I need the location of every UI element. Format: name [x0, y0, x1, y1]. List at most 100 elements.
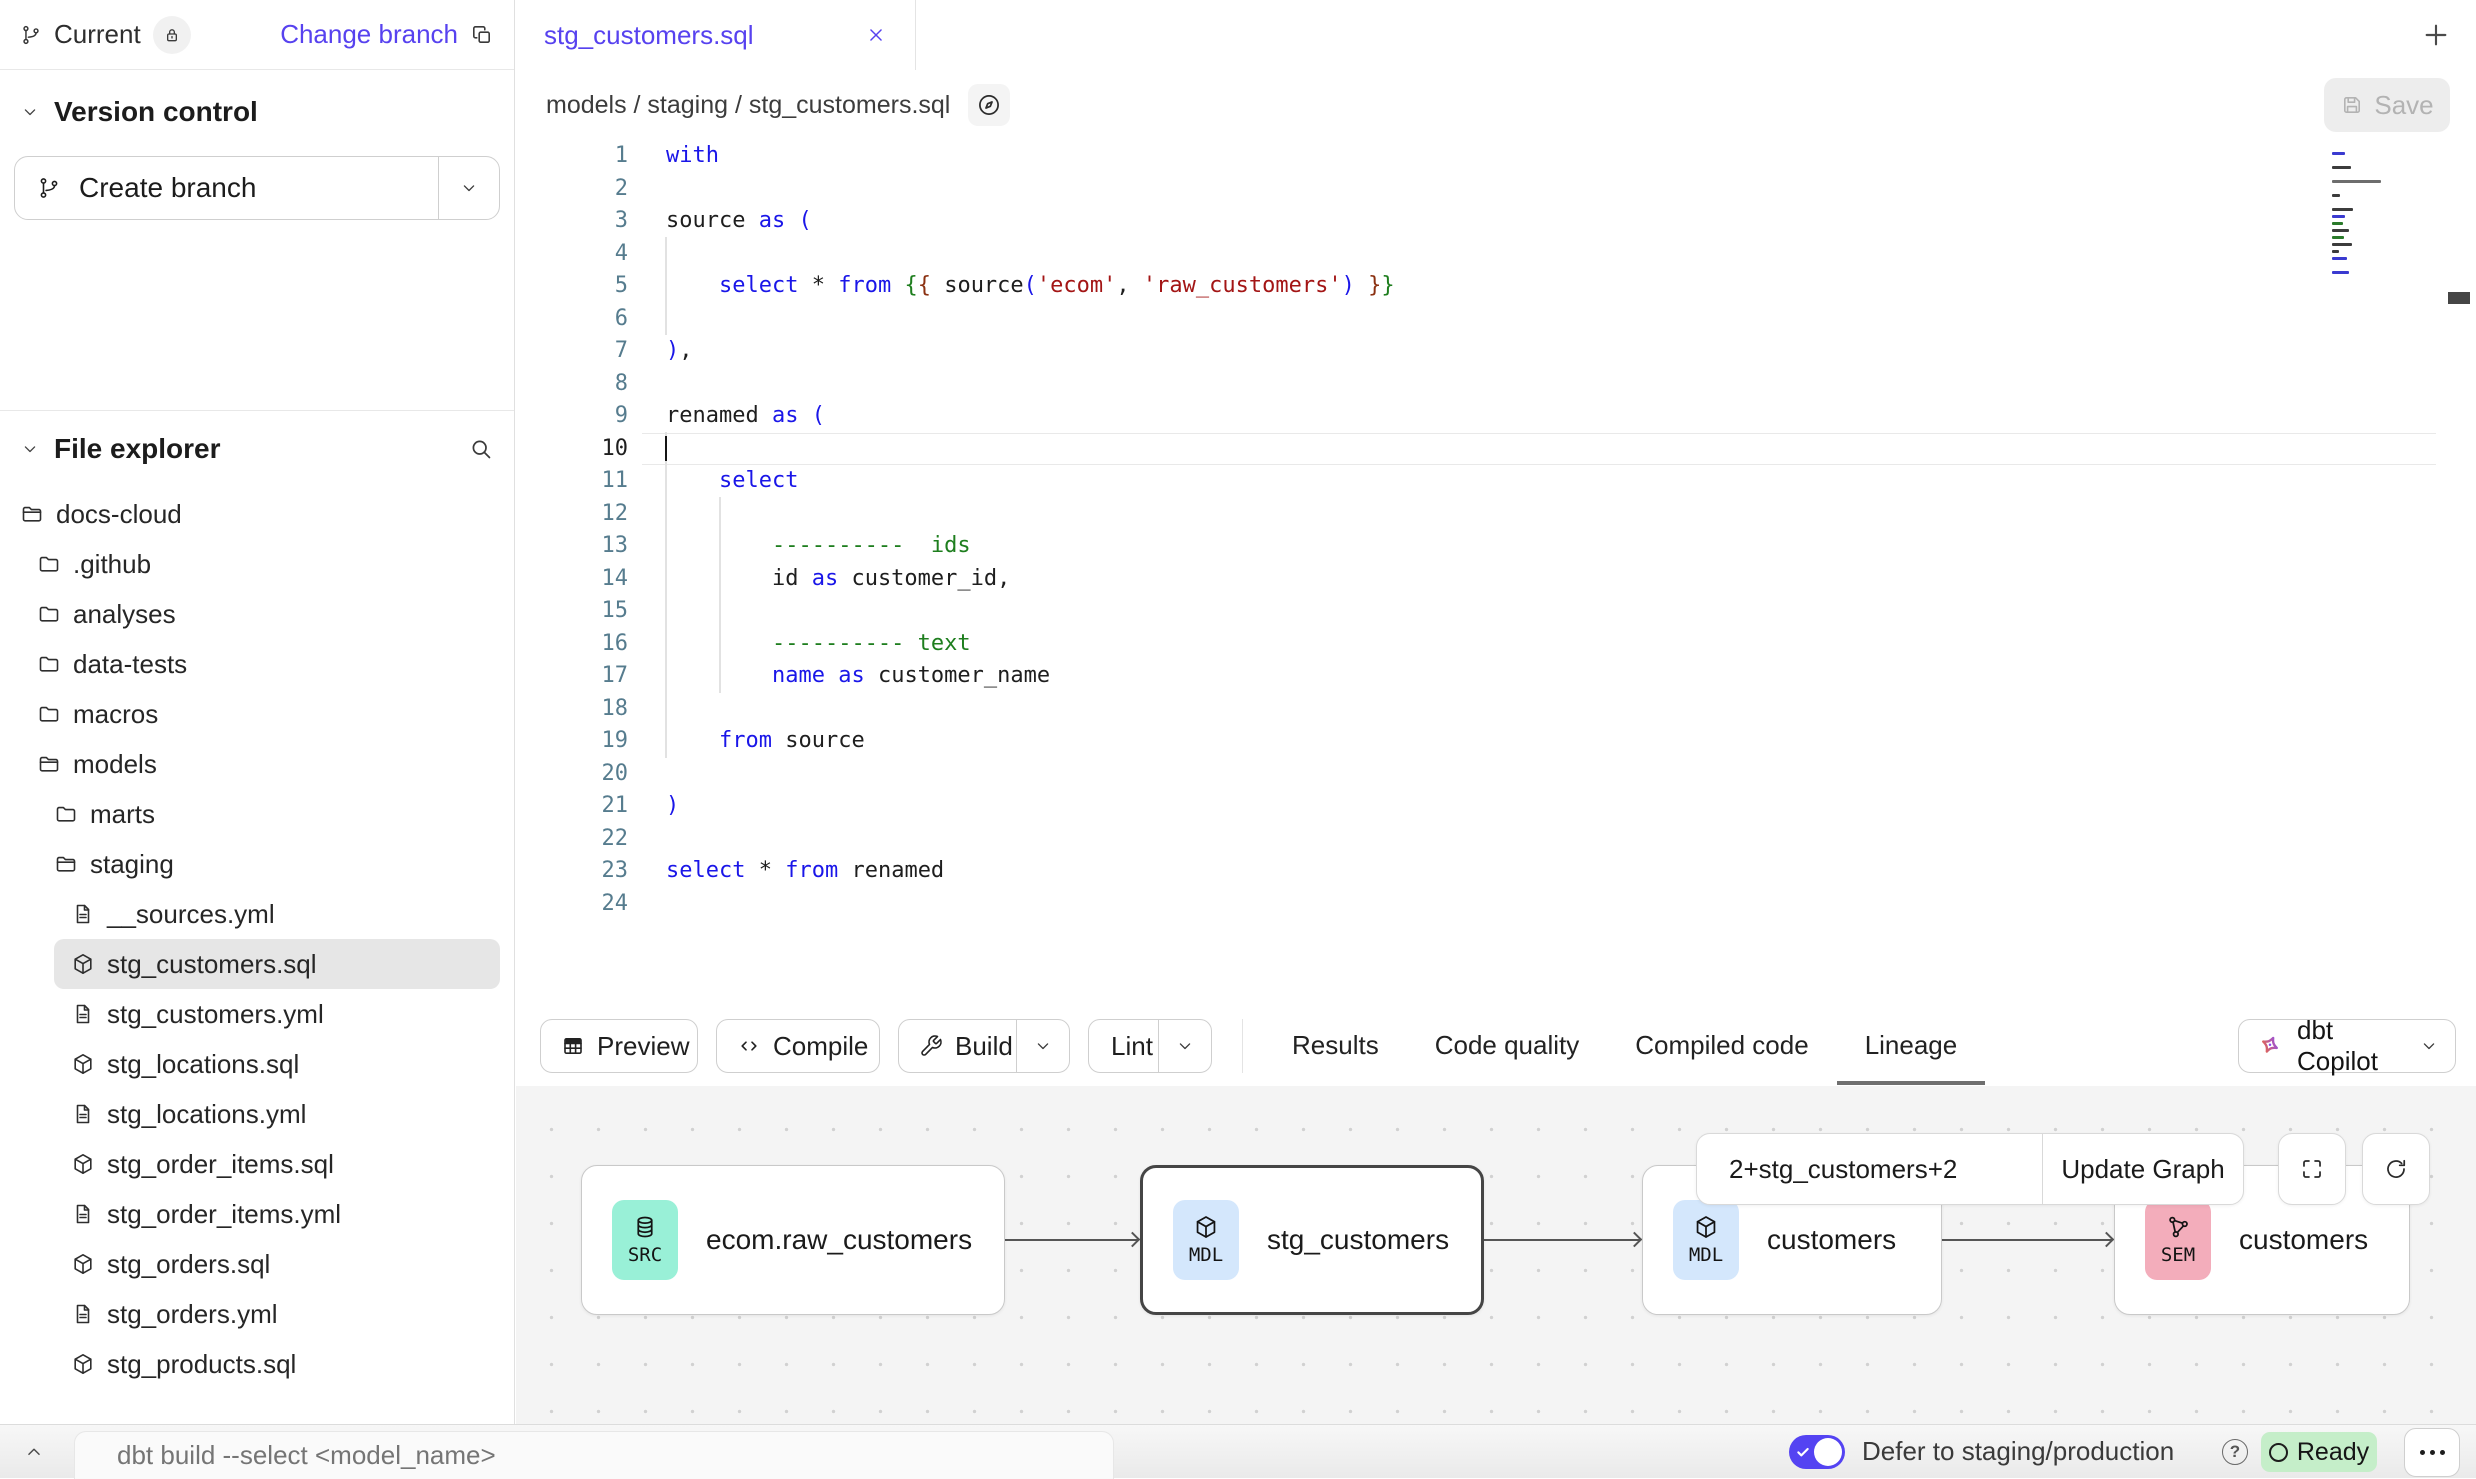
minimap[interactable]: [2332, 148, 2424, 278]
dbt-copilot-button[interactable]: dbt Copilot: [2238, 1019, 2456, 1073]
folder-icon: [37, 702, 61, 726]
model-cube-icon: [71, 952, 95, 976]
bottom-toolbar: Preview Compile Build Lint Results Code …: [516, 1006, 2476, 1087]
file-item-docs-cloud[interactable]: docs-cloud: [0, 489, 514, 539]
new-tab-button[interactable]: [2420, 19, 2452, 51]
fullscreen-button[interactable]: [2278, 1133, 2346, 1205]
file-item-__sources.yml[interactable]: __sources.yml: [0, 889, 514, 939]
file-item-data-tests[interactable]: data-tests: [0, 639, 514, 689]
code-line-18: 18: [516, 693, 2476, 726]
tab-code-quality[interactable]: Code quality: [1407, 1006, 1608, 1085]
document-icon: [71, 902, 95, 926]
create-branch-button[interactable]: Create branch: [14, 156, 500, 220]
file-item-marts[interactable]: marts: [0, 789, 514, 839]
build-dropdown[interactable]: [1016, 1020, 1069, 1072]
file-item-macros[interactable]: macros: [0, 689, 514, 739]
line-content: select * from renamed: [666, 855, 944, 888]
chevron-down-icon: [2419, 1036, 2439, 1056]
close-icon[interactable]: [865, 24, 887, 46]
file-item-stg_customers.yml[interactable]: stg_customers.yml: [0, 989, 514, 1039]
lineage-edge: [1484, 1239, 1640, 1241]
build-button[interactable]: Build: [898, 1019, 1070, 1073]
node-label: stg_customers: [1267, 1224, 1449, 1256]
lineage-selector-input[interactable]: 2+stg_customers+2: [1697, 1134, 2042, 1204]
model-cube-icon: [71, 1252, 95, 1276]
file-item-.github[interactable]: .github: [0, 539, 514, 589]
more-menu-button[interactable]: [2404, 1428, 2460, 1477]
line-number: 10: [516, 433, 642, 466]
help-icon[interactable]: [2222, 1439, 2248, 1465]
tab-stg-customers-sql[interactable]: stg_customers.sql: [516, 0, 916, 70]
file-item-staging[interactable]: staging: [0, 839, 514, 889]
file-item-label: stg_locations.yml: [107, 1099, 306, 1130]
file-item-analyses[interactable]: analyses: [0, 589, 514, 639]
compile-button[interactable]: Compile: [716, 1019, 880, 1073]
lineage-node-ecom-raw-customers[interactable]: SRC ecom.raw_customers: [581, 1165, 1005, 1315]
ready-status-badge[interactable]: Ready: [2261, 1432, 2377, 1472]
database-icon: [632, 1214, 658, 1240]
current-branch-label: Current: [54, 19, 141, 50]
branch-icon: [20, 24, 42, 46]
change-branch-link[interactable]: Change branch: [280, 19, 458, 50]
file-item-models[interactable]: models: [0, 739, 514, 789]
file-explorer-header[interactable]: File explorer: [0, 411, 514, 465]
model-cube-icon: [71, 1052, 95, 1076]
file-item-stg_customers.sql[interactable]: stg_customers.sql: [54, 939, 500, 989]
file-item-stg_locations.sql[interactable]: stg_locations.sql: [0, 1039, 514, 1089]
chevron-down-icon: [1033, 1036, 1053, 1056]
lint-main[interactable]: Lint: [1089, 1020, 1158, 1072]
file-item-stg_order_items.yml[interactable]: stg_order_items.yml: [0, 1189, 514, 1239]
file-item-label: docs-cloud: [56, 499, 182, 530]
preview-button[interactable]: Preview: [540, 1019, 698, 1073]
file-item-label: models: [73, 749, 157, 780]
code-line-5: 5 select * from {{ source('ecom', 'raw_c…: [516, 270, 2476, 303]
branch-lock-chip: [153, 16, 191, 54]
build-main[interactable]: Build: [899, 1020, 1016, 1072]
file-item-stg_products.sql[interactable]: stg_products.sql: [0, 1339, 514, 1389]
update-graph-button[interactable]: Update Graph: [2043, 1134, 2243, 1204]
command-input[interactable]: dbt build --select <model_name>: [74, 1431, 1114, 1479]
refresh-button[interactable]: [2362, 1133, 2430, 1205]
create-branch-dropdown[interactable]: [438, 157, 499, 219]
lint-button[interactable]: Lint: [1088, 1019, 1212, 1073]
file-item-stg_orders.yml[interactable]: stg_orders.yml: [0, 1289, 514, 1339]
file-item-label: __sources.yml: [107, 899, 275, 930]
badge-label: MDL: [1189, 1244, 1223, 1266]
expand-command-bar-button[interactable]: [16, 1435, 52, 1469]
search-icon[interactable]: [468, 436, 494, 462]
code-line-2: 2: [516, 173, 2476, 206]
cube-icon: [1193, 1214, 1219, 1240]
lint-dropdown[interactable]: [1158, 1020, 1211, 1072]
copilot-chip[interactable]: [968, 84, 1010, 126]
copy-icon[interactable]: [470, 23, 494, 47]
tab-lineage[interactable]: Lineage: [1837, 1006, 1986, 1085]
cube-icon: [1693, 1214, 1719, 1240]
create-branch-main[interactable]: Create branch: [15, 157, 438, 219]
lineage-node-stg-customers[interactable]: MDL stg_customers: [1140, 1165, 1484, 1315]
lineage-panel[interactable]: SRC ecom.raw_customers MDL stg_customers…: [516, 1086, 2476, 1424]
folder-open-icon: [37, 752, 61, 776]
code-icon: [737, 1034, 761, 1058]
scrollbar-marker[interactable]: [2448, 292, 2470, 304]
file-item-label: .github: [73, 549, 151, 580]
refresh-icon: [2383, 1156, 2409, 1182]
tab-compiled-code[interactable]: Compiled code: [1607, 1006, 1836, 1085]
file-item-stg_locations.yml[interactable]: stg_locations.yml: [0, 1089, 514, 1139]
divider: [1242, 1019, 1243, 1073]
line-number: 2: [516, 173, 642, 206]
code-editor[interactable]: 1with23source as (45 select * from {{ so…: [516, 140, 2476, 1006]
file-item-label: stg_customers.sql: [107, 949, 317, 980]
version-control-header[interactable]: Version control: [0, 70, 514, 128]
compass-icon: [976, 92, 1002, 118]
file-item-stg_orders.sql[interactable]: stg_orders.sql: [0, 1239, 514, 1289]
tab-results[interactable]: Results: [1264, 1006, 1407, 1085]
code-line-13: 13 ---------- ids: [516, 530, 2476, 563]
code-line-16: 16 ---------- text: [516, 628, 2476, 661]
chevron-down-icon: [459, 178, 479, 198]
file-item-stg_order_items.sql[interactable]: stg_order_items.sql: [0, 1139, 514, 1189]
line-number: 16: [516, 628, 642, 661]
save-button[interactable]: Save: [2324, 78, 2450, 132]
line-number: 24: [516, 888, 642, 921]
status-ring-icon: [2269, 1443, 2288, 1462]
defer-toggle[interactable]: [1789, 1435, 1845, 1469]
